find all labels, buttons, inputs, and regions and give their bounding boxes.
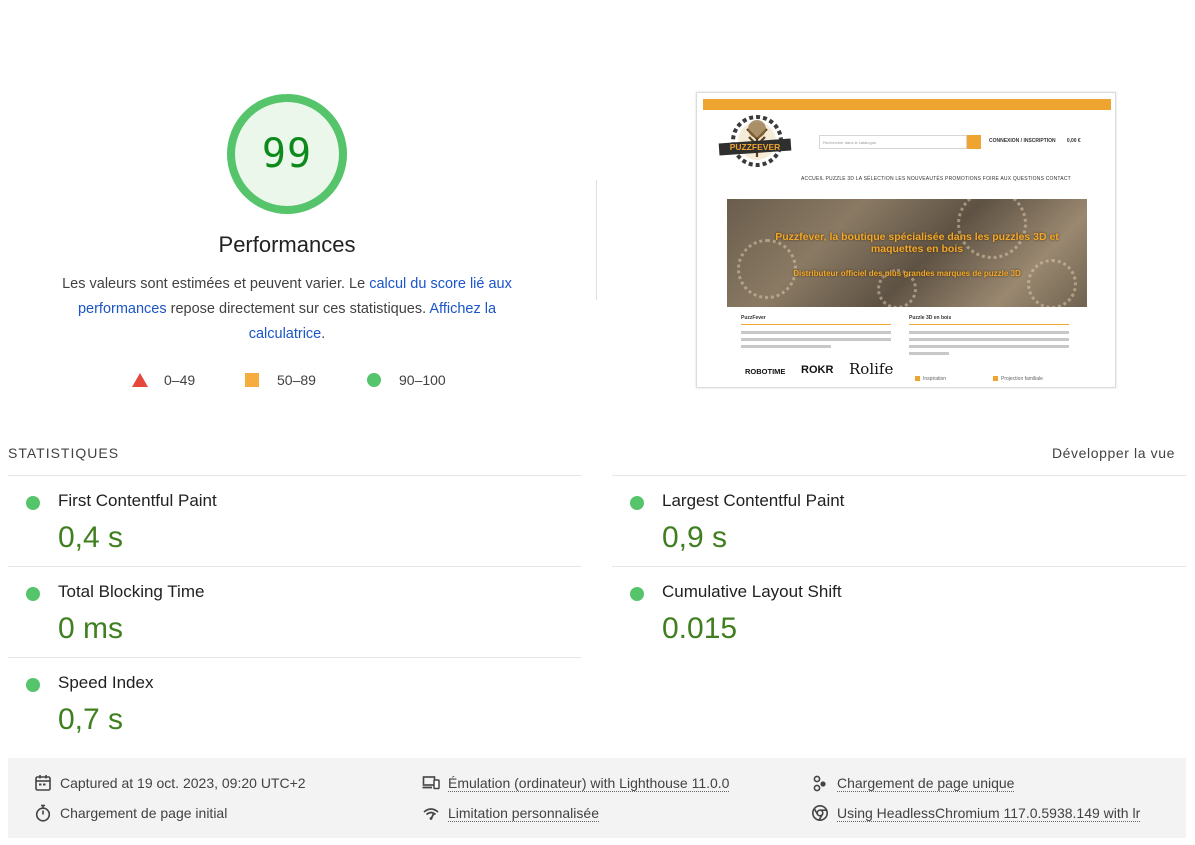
pass-circle-icon bbox=[630, 587, 644, 601]
metric-speed-index: Speed Index 0,7 s bbox=[8, 658, 568, 748]
captured-at: Captured at 19 oct. 2023, 09:20 UTC+2 bbox=[34, 774, 306, 792]
thumb-col1-line bbox=[741, 324, 891, 325]
score-description: Les valeurs sont estimées et peuvent var… bbox=[40, 272, 534, 347]
triangle-icon bbox=[132, 373, 148, 387]
score-category-title: Performances bbox=[218, 232, 356, 257]
metric-name: Total Blocking Time bbox=[58, 582, 205, 601]
metric-value: 0,9 s bbox=[662, 521, 728, 554]
stopwatch-icon bbox=[35, 804, 51, 822]
thumb-text-line bbox=[909, 331, 1069, 334]
metric-name: Cumulative Layout Shift bbox=[662, 582, 842, 601]
thumb-text-line bbox=[741, 345, 831, 348]
metric-largest-contentful-paint: Largest Contentful Paint 0,9 s bbox=[612, 476, 1172, 566]
legend-pass: 90–100 bbox=[367, 372, 446, 388]
browser-info[interactable]: Using HeadlessChromium 117.0.5938.149 wi… bbox=[811, 804, 1141, 822]
puzzfever-logo: PUZZFEVER bbox=[718, 115, 792, 167]
desc-text-3: . bbox=[321, 326, 326, 342]
calendar-icon bbox=[35, 775, 51, 791]
single-load-label[interactable]: Chargement de page unique bbox=[837, 775, 1015, 792]
emulation-label[interactable]: Émulation (ordinateur) with Lighthouse 1… bbox=[448, 775, 730, 792]
runtime-settings-footer: Captured at 19 oct. 2023, 09:20 UTC+2 Ch… bbox=[8, 758, 1186, 838]
thumb-hero-banner: Puzzfever, la boutique spécialisée dans … bbox=[727, 199, 1087, 307]
metric-value: 0,4 s bbox=[58, 521, 124, 554]
thumb-brand-rolife: Rolife bbox=[849, 360, 894, 378]
thumb-text-line bbox=[741, 338, 891, 341]
legend-pass-label: 90–100 bbox=[399, 372, 446, 388]
thumb-nav: ACCUEIL PUZZLE 3D LA SÉLECTION LES NOUVE… bbox=[801, 176, 1071, 182]
score-legend: 0–49 50–89 90–100 bbox=[0, 372, 600, 390]
wifi-signal-icon bbox=[423, 808, 439, 820]
legend-average: 50–89 bbox=[245, 372, 316, 388]
pass-circle-icon bbox=[26, 587, 40, 601]
devices-icon bbox=[422, 776, 440, 790]
desc-text-1: Les valeurs sont estimées et peuvent var… bbox=[62, 276, 370, 292]
metric-name: Speed Index bbox=[58, 673, 154, 692]
thumb-link1: Inspiration bbox=[923, 376, 947, 382]
metric-first-contentful-paint: First Contentful Paint 0,4 s bbox=[8, 476, 568, 566]
legend-fail: 0–49 bbox=[132, 372, 195, 388]
legend-average-label: 50–89 bbox=[277, 372, 316, 388]
thumb-col2-line bbox=[909, 324, 1069, 325]
metric-value: 0,7 s bbox=[58, 703, 124, 736]
thumb-col1-title: PuzzFever bbox=[741, 315, 766, 321]
metrics-section-title: STATISTIQUES bbox=[8, 445, 120, 461]
thumb-search-input: Rechercher dans le catalogue bbox=[819, 135, 967, 149]
metric-cumulative-layout-shift: Cumulative Layout Shift 0.015 bbox=[612, 567, 1172, 657]
performance-score-gauge: 99 bbox=[227, 94, 347, 214]
desc-text-2: repose directement sur ces statistiques. bbox=[166, 301, 430, 317]
thumb-text-line bbox=[909, 345, 1069, 348]
thumb-cart-label: 0,00 € bbox=[1066, 138, 1081, 144]
thumb-text-line bbox=[909, 338, 1069, 341]
vertical-divider bbox=[596, 180, 597, 300]
metric-name: Largest Contentful Paint bbox=[662, 491, 845, 510]
thumb-hero-title: Puzzfever, la boutique spécialisée dans … bbox=[775, 231, 1059, 255]
chrome-icon bbox=[812, 805, 828, 821]
metric-value: 0 ms bbox=[58, 612, 124, 645]
metric-value: 0.015 bbox=[662, 612, 738, 645]
thumb-brand-robotime: ROBOTIME bbox=[745, 367, 786, 376]
initial-load: Chargement de page initial bbox=[34, 804, 227, 822]
metric-name: First Contentful Paint bbox=[58, 491, 217, 510]
expand-view-toggle[interactable]: Développer la vue bbox=[1052, 445, 1175, 461]
pass-circle-icon bbox=[630, 496, 644, 510]
throttling-info[interactable]: Limitation personnalisée bbox=[422, 804, 599, 822]
single-load-info[interactable]: Chargement de page unique bbox=[811, 774, 1015, 792]
pass-circle-icon bbox=[26, 678, 40, 692]
throttling-label[interactable]: Limitation personnalisée bbox=[448, 805, 599, 822]
square-icon bbox=[245, 373, 259, 387]
thumb-account: CONNEXION / INSCRIPTION 0,00 € bbox=[989, 138, 1081, 144]
thumb-text-line bbox=[741, 331, 891, 334]
score-value: 99 bbox=[261, 131, 313, 177]
thumb-account-label: CONNEXION / INSCRIPTION bbox=[989, 138, 1056, 144]
captured-at-label: Captured at 19 oct. 2023, 09:20 UTC+2 bbox=[60, 775, 306, 791]
thumb-bullet bbox=[915, 376, 920, 381]
people-icon bbox=[813, 775, 826, 792]
browser-label[interactable]: Using HeadlessChromium 117.0.5938.149 wi… bbox=[837, 805, 1141, 822]
thumb-search-button bbox=[967, 135, 981, 149]
thumb-hero-subtitle: Distributeur officiel des plus grandes m… bbox=[793, 269, 1021, 278]
legend-fail-label: 0–49 bbox=[164, 372, 196, 388]
circle-icon bbox=[367, 373, 381, 387]
thumb-bullet bbox=[993, 376, 998, 381]
emulation-info[interactable]: Émulation (ordinateur) with Lighthouse 1… bbox=[422, 774, 730, 792]
pass-circle-icon bbox=[26, 496, 40, 510]
thumb-link2: Projection familiale bbox=[1001, 376, 1043, 382]
initial-load-label: Chargement de page initial bbox=[60, 805, 228, 821]
thumb-brand-rokr: ROKR bbox=[801, 364, 834, 376]
thumb-col2-title: Puzzle 3D en bois bbox=[909, 315, 952, 321]
thumb-text-line bbox=[909, 352, 949, 355]
metric-total-blocking-time: Total Blocking Time 0 ms bbox=[8, 567, 568, 657]
final-screenshot[interactable]: PUZZFEVER Rechercher dans le catalogue C… bbox=[696, 92, 1116, 388]
logo-text: PUZZFEVER bbox=[730, 142, 781, 152]
thumb-top-bar bbox=[703, 99, 1111, 110]
